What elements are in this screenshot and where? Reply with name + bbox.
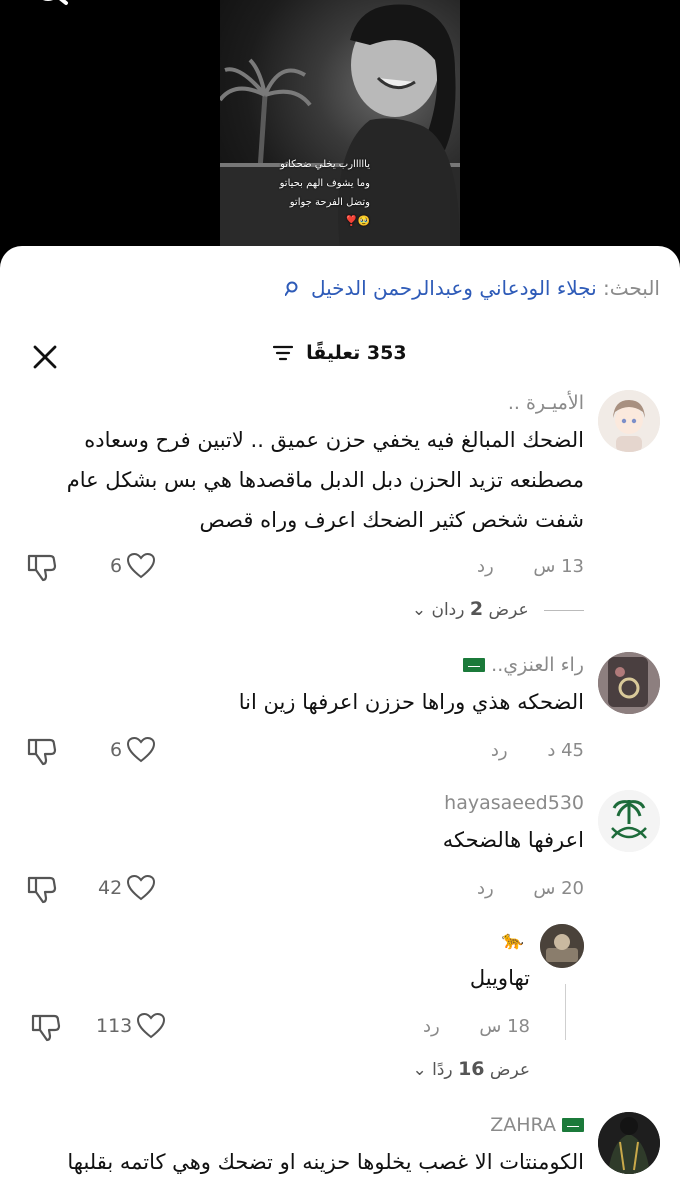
like-count: 113: [96, 1015, 133, 1037]
caption-line: وتضل الفرحة جواتو: [289, 197, 370, 208]
caption-line: 🥹❣️: [345, 216, 370, 227]
comment-text: اعرفها هالضحكه: [442, 828, 584, 852]
comment-time: 45 د: [547, 740, 584, 761]
avatar[interactable]: [598, 1112, 660, 1174]
caption-line: وما يشوف الهم بحياتو: [279, 178, 370, 189]
comment-text: الضحك المبالغ فيه يخفي حزن عميق .. لاتبي…: [66, 428, 584, 532]
heart-icon: [127, 874, 156, 901]
saudi-flag-icon: [562, 1118, 584, 1132]
comment-time: 13 س: [533, 556, 584, 577]
chevron-down-icon: ⌄: [412, 1060, 427, 1080]
comment-meta: 13 س رد: [477, 556, 584, 577]
video-thumbnail[interactable]: يااااارب يخلي ضحكاتو وما يشوف الهم بحيات…: [220, 0, 460, 250]
replies-prefix: عرض: [488, 600, 529, 620]
comment-username-row[interactable]: ZAHRA: [490, 1114, 584, 1136]
comment-username-row[interactable]: راء العنزي..: [463, 654, 584, 676]
saudi-flag-icon: [463, 658, 486, 672]
replies-prefix: عرض: [489, 1060, 530, 1080]
like-button[interactable]: 113: [96, 1012, 166, 1040]
heart-icon: [137, 1012, 166, 1039]
comment-meta: 18 س رد: [423, 1016, 530, 1037]
avatar[interactable]: [598, 790, 660, 852]
like-count: 6: [110, 739, 123, 761]
avatar-image: [598, 1112, 660, 1174]
comment-username: ZAHRA: [490, 1114, 556, 1136]
comment-meta: 20 س رد: [477, 878, 584, 899]
search-suggestion[interactable]: البحث: نجلاء الودعاني وعبدالرحمن الدخيل: [284, 276, 660, 300]
avatar[interactable]: [598, 390, 660, 452]
like-button[interactable]: 6: [110, 736, 156, 764]
saudi-emblem-avatar: [598, 790, 660, 852]
like-count: 42: [98, 877, 123, 899]
comment-meta: 45 د رد: [491, 740, 584, 761]
replies-count: 2: [469, 598, 484, 620]
replies-suffix: ردان: [431, 600, 465, 620]
view-replies-button[interactable]: عرض 16 ردًا ⌄: [412, 1058, 530, 1080]
avatar[interactable]: [598, 652, 660, 714]
caption-line: يااااارب يخلي ضحكاتو: [280, 159, 370, 170]
sort-icon[interactable]: [273, 344, 294, 362]
view-replies-button[interactable]: عرض 2 ردان ⌄: [412, 598, 584, 620]
avatar-image: [540, 924, 584, 968]
dislike-icon[interactable]: [26, 874, 58, 904]
video-area[interactable]: يااااارب يخلي ضحكاتو وما يشوف الهم بحيات…: [0, 0, 680, 260]
comment-count-sort[interactable]: 353 تعليقًا: [0, 342, 680, 364]
dislike-icon[interactable]: [26, 736, 58, 766]
heart-icon: [127, 552, 156, 579]
like-count: 6: [110, 555, 123, 577]
avatar-image: [598, 652, 660, 714]
reply-text: تهاوييل: [469, 966, 530, 990]
comments-header: 353 تعليقًا: [0, 338, 680, 374]
replies-suffix: ردًا: [432, 1060, 453, 1080]
replies-divider: [544, 609, 584, 611]
reply-button[interactable]: رد: [477, 556, 494, 577]
heart-icon: [127, 736, 156, 763]
reply-button[interactable]: رد: [491, 740, 508, 761]
comment-text: الضحكه هذي وراها حززن اعرفها زين انا: [238, 690, 584, 714]
comment-time: 18 س: [479, 1016, 530, 1037]
comment-time: 20 س: [533, 878, 584, 899]
dislike-icon[interactable]: [26, 552, 58, 582]
comment-username[interactable]: الأميـرة ..: [508, 392, 584, 414]
comment-username[interactable]: hayasaeed530: [444, 792, 584, 814]
thread-line: [565, 984, 566, 1040]
search-query-link[interactable]: نجلاء الودعاني وعبدالرحمن الدخيل: [311, 276, 597, 300]
comment-username: راء العنزي..: [491, 654, 584, 676]
video-caption: يااااارب يخلي ضحكاتو وما يشوف الهم بحيات…: [250, 155, 370, 231]
comments-sheet: البحث: نجلاء الودعاني وعبدالرحمن الدخيل …: [0, 246, 680, 1200]
comment-count: 353 تعليقًا: [306, 342, 407, 364]
reply-username[interactable]: 🐆: [502, 930, 524, 951]
reply-button[interactable]: رد: [477, 878, 494, 899]
dislike-icon[interactable]: [30, 1012, 62, 1042]
search-icon: [284, 281, 298, 296]
like-button[interactable]: 6: [110, 552, 156, 580]
reply-button[interactable]: رد: [423, 1016, 440, 1037]
comment-text: الكومنتات الا غصب يخلوها حزينه او تضحك و…: [67, 1150, 584, 1174]
like-button[interactable]: 42: [98, 874, 156, 902]
chevron-down-icon: ⌄: [411, 600, 427, 620]
search-prefix: البحث:: [603, 276, 660, 300]
avatar-image: [598, 390, 660, 452]
avatar[interactable]: [540, 924, 584, 968]
search-icon[interactable]: [30, 0, 70, 16]
replies-count: 16: [458, 1058, 485, 1080]
